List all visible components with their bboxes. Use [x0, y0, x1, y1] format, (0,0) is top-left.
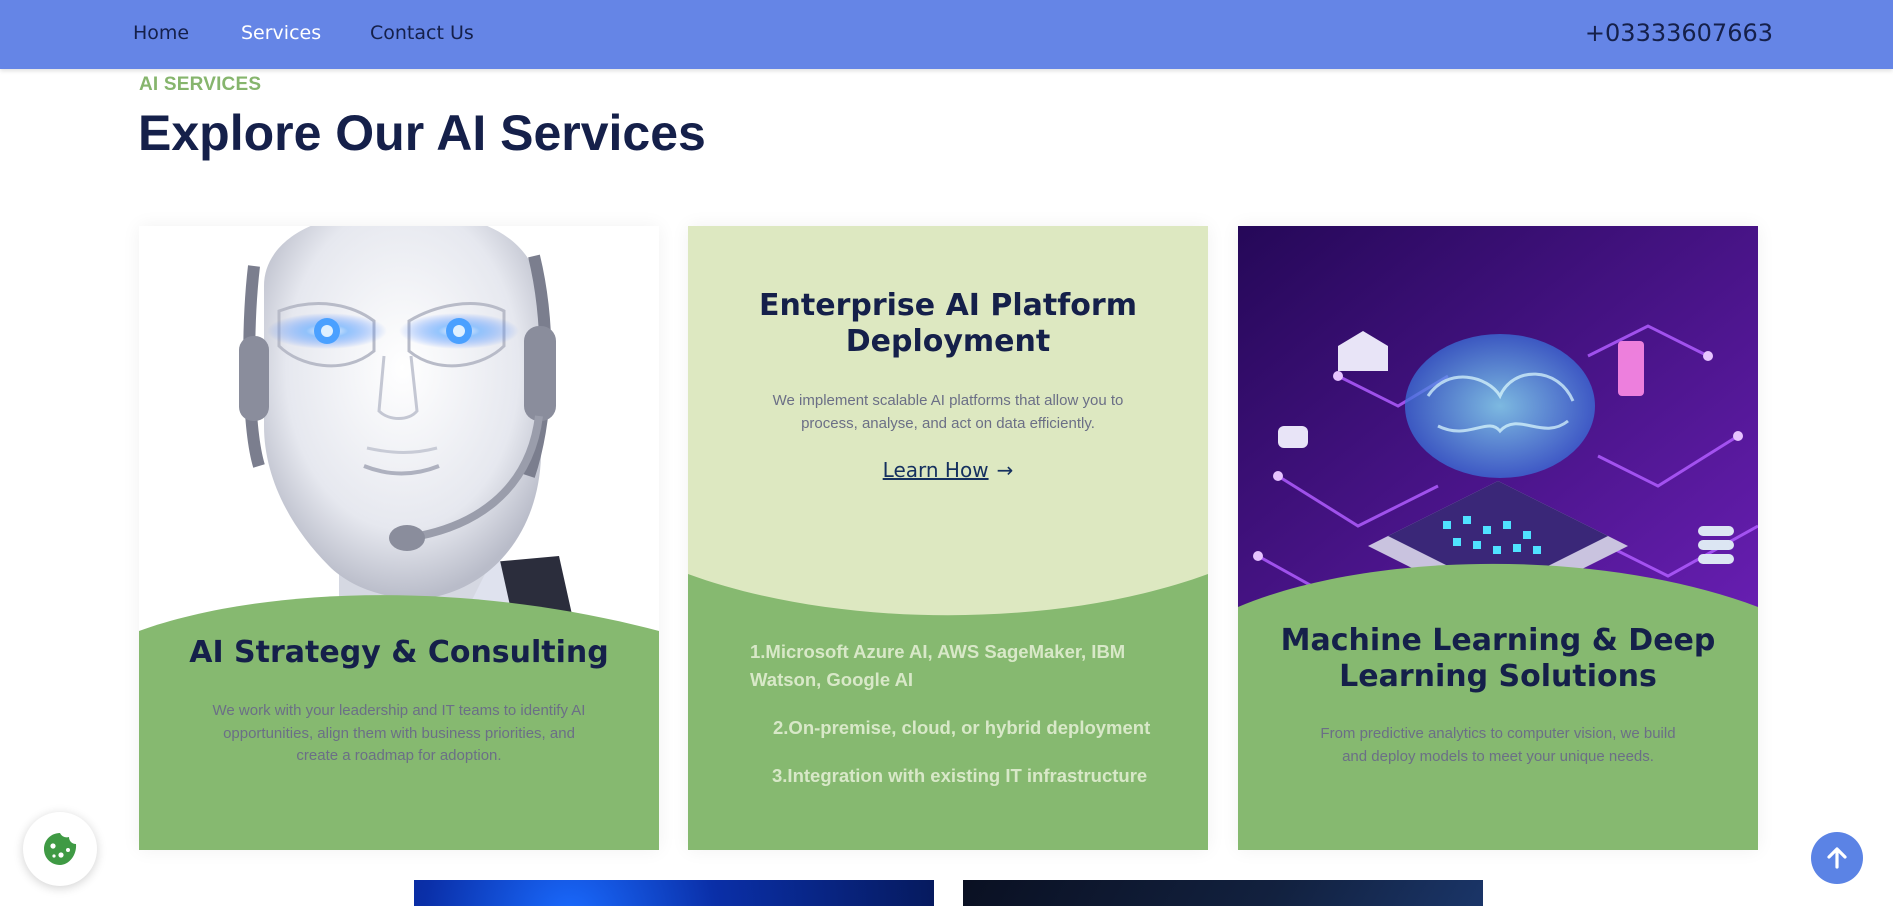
cookie-icon	[44, 833, 77, 865]
phone-number-link[interactable]: +03333607663	[1585, 19, 1773, 47]
list-item: 3.Integration with existing IT infrastru…	[772, 765, 1148, 786]
nav-contact-us[interactable]: Contact Us	[370, 22, 474, 44]
list-item: 2.On-premise, cloud, or hybrid deploymen…	[773, 717, 1151, 738]
nav-home[interactable]: Home	[133, 22, 189, 44]
green-wave-shape	[688, 574, 1208, 850]
card-description: We implement scalable AI platforms that …	[772, 392, 1124, 432]
cookie-settings-button[interactable]	[23, 812, 97, 886]
green-wave-shape	[1238, 563, 1758, 850]
service-card-machine-learning[interactable]: Machine Learning & Deep Learning Solutio…	[1238, 226, 1758, 850]
top-navbar: Home Services Contact Us +03333607663	[0, 0, 1893, 69]
card-description: We work with your leadership and IT team…	[212, 702, 586, 764]
service-card-enterprise-platform[interactable]: Enterprise AI Platform Deployment We imp…	[688, 226, 1208, 850]
service-card-ai-strategy[interactable]: AI Strategy & Consulting We work with yo…	[139, 226, 659, 850]
section-eyebrow: AI SERVICES	[139, 74, 262, 95]
card-description: From predictive analytics to computer vi…	[1320, 725, 1676, 765]
next-card-image-partial	[414, 880, 934, 906]
list-item: 1.Microsoft Azure AI, AWS SageMaker, IBM…	[750, 641, 1126, 690]
learn-how-label: Learn How	[882, 458, 989, 482]
card-title: Machine Learning & Deep Learning Solutio…	[1280, 623, 1716, 694]
card-title: Enterprise AI Platform Deployment	[759, 288, 1137, 359]
arrow-up-icon	[1827, 847, 1847, 869]
next-card-image-partial	[963, 880, 1483, 906]
learn-how-link[interactable]: Learn How →	[688, 458, 1208, 482]
back-to-top-button[interactable]	[1811, 832, 1863, 884]
robot-headset-image	[139, 226, 659, 646]
section-title: Explore Our AI Services	[138, 105, 706, 161]
arrow-right-icon: →	[996, 458, 1014, 482]
nav-services[interactable]: Services	[241, 22, 321, 44]
card-title: AI Strategy & Consulting	[189, 635, 609, 670]
